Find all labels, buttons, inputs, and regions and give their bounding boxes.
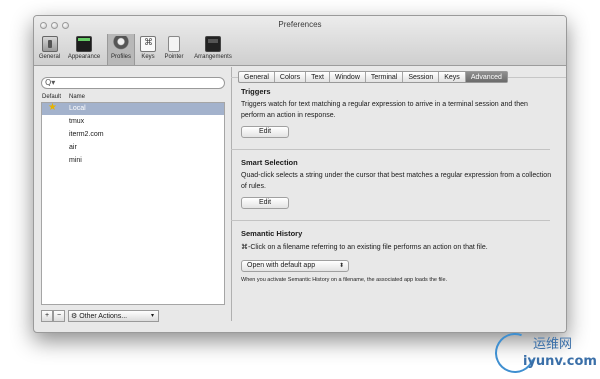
toolbar-appearance[interactable]: Appearance: [65, 34, 103, 65]
toolbar-arrangements[interactable]: Arrangements: [190, 34, 236, 65]
column-name[interactable]: Name: [69, 94, 85, 100]
profile-tab-bar: General Colors Text Window Terminal Sess…: [238, 71, 508, 83]
profile-name: mini: [69, 157, 82, 164]
tab-session[interactable]: Session: [403, 72, 440, 82]
profiles-pane: Q▾ Default Name ★ Local tmux iterm2.com …: [34, 67, 231, 332]
tab-keys[interactable]: Keys: [439, 72, 466, 82]
tab-general[interactable]: General: [239, 72, 275, 82]
profiles-icon: [113, 36, 129, 52]
profiles-list[interactable]: Default Name ★ Local tmux iterm2.com air…: [41, 94, 225, 305]
toolbar-keys-label: Keys: [141, 54, 155, 60]
semantic-history-note: When you activate Semantic History on a …: [241, 277, 448, 283]
profile-row[interactable]: iterm2.com: [42, 129, 224, 141]
profile-name: iterm2.com: [69, 131, 104, 138]
toolbar-general-label: General: [38, 54, 61, 60]
profile-name: tmux: [69, 118, 85, 125]
tab-window[interactable]: Window: [330, 72, 366, 82]
advanced-panel: Triggers Triggers watch for text matchin…: [231, 77, 566, 321]
tab-text[interactable]: Text: [306, 72, 330, 82]
profile-row[interactable]: ★ Local: [42, 102, 224, 115]
general-icon: [41, 36, 58, 52]
edit-smart-selection-button[interactable]: Edit: [241, 197, 289, 209]
search-icon: Q▾: [45, 78, 56, 87]
toolbar-profiles-label: Profiles: [110, 54, 131, 60]
profile-name: Local: [69, 105, 86, 112]
default-star-icon: ★: [48, 102, 57, 113]
profile-row[interactable]: air: [42, 142, 224, 154]
tab-colors[interactable]: Colors: [275, 72, 307, 82]
semantic-history-title: Semantic History: [241, 229, 303, 238]
toolbar-general[interactable]: General: [37, 34, 62, 65]
semantic-history-action-select[interactable]: Open with default app ⬍: [241, 260, 349, 272]
profile-name: air: [69, 144, 77, 151]
other-actions-menu[interactable]: ⚙ Other Actions... ▾: [68, 310, 159, 322]
toolbar-pointer-label: Pointer: [164, 54, 184, 60]
select-arrow-icon: ⬍: [338, 262, 344, 269]
triggers-title: Triggers: [241, 87, 271, 96]
divider: [231, 149, 550, 150]
arrangements-icon: [205, 36, 221, 52]
smart-selection-title: Smart Selection: [241, 158, 298, 167]
column-default[interactable]: Default: [42, 94, 61, 100]
semantic-history-description: ⌘-Click on a filename referring to an ex…: [241, 244, 488, 251]
appearance-icon: [76, 36, 92, 52]
semantic-history-select-value: Open with default app: [247, 262, 316, 269]
add-profile-button[interactable]: +: [41, 310, 53, 322]
window-title: Preferences: [278, 20, 322, 29]
gear-icon: ⚙: [71, 312, 78, 320]
tab-terminal[interactable]: Terminal: [366, 72, 404, 82]
toolbar-keys[interactable]: Keys: [138, 34, 158, 65]
toolbar-profiles[interactable]: Profiles: [107, 34, 135, 65]
triggers-description: Triggers watch for text matching a regul…: [241, 101, 528, 119]
watermark-en: iyunv.com: [523, 354, 597, 369]
profile-row[interactable]: mini: [42, 155, 224, 167]
profile-row[interactable]: tmux: [42, 116, 224, 128]
chevron-down-icon: ▾: [150, 312, 154, 319]
pointer-icon: [168, 36, 180, 52]
keys-icon: [140, 36, 156, 52]
toolbar-arrangements-label: Arrangements: [194, 54, 232, 60]
toolbar-appearance-label: Appearance: [67, 54, 101, 60]
profile-search-input[interactable]: Q▾: [41, 77, 225, 89]
title-bar: Preferences General Appearance Profiles …: [34, 16, 566, 66]
toolbar-pointer[interactable]: Pointer: [161, 34, 187, 65]
other-actions-label: Other Actions...: [79, 313, 128, 320]
divider: [231, 220, 550, 221]
watermark-cn: 运维网: [533, 337, 573, 352]
preferences-window: Preferences General Appearance Profiles …: [33, 15, 567, 333]
remove-profile-button[interactable]: −: [53, 310, 65, 322]
edit-triggers-button[interactable]: Edit: [241, 126, 289, 138]
smart-selection-description: Quad-click selects a string under the cu…: [241, 172, 552, 190]
watermark: 运维网 iyunv.com: [488, 326, 597, 379]
tab-advanced[interactable]: Advanced: [465, 72, 507, 82]
